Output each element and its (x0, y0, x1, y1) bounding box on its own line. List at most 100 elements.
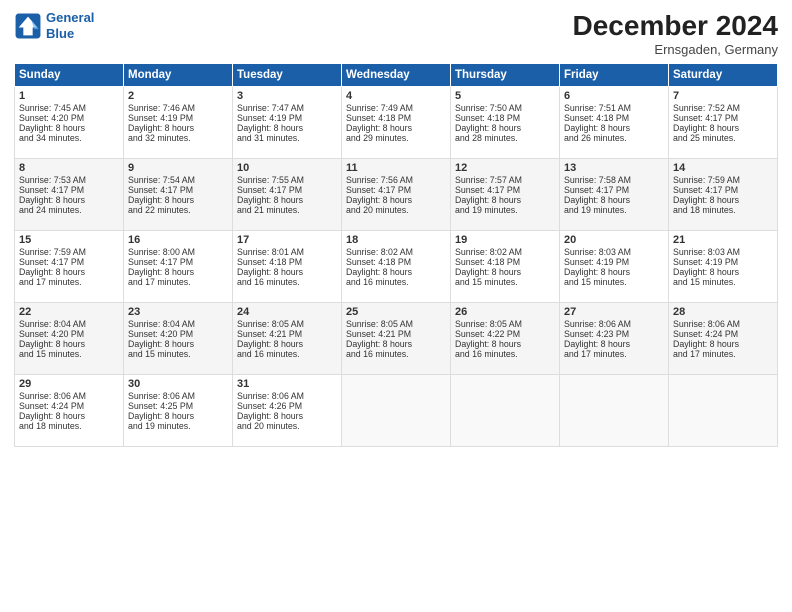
day-info: Daylight: 8 hours (128, 195, 228, 205)
calendar-cell: 23Sunrise: 8:04 AMSunset: 4:20 PMDayligh… (124, 303, 233, 375)
day-number: 21 (673, 234, 773, 246)
day-info: and 19 minutes. (564, 205, 664, 215)
col-header-thursday: Thursday (451, 64, 560, 87)
day-info: Sunrise: 7:59 AM (673, 175, 773, 185)
day-info: Sunset: 4:19 PM (673, 257, 773, 267)
day-info: and 19 minutes. (455, 205, 555, 215)
header: General Blue December 2024 Ernsgaden, Ge… (14, 10, 778, 57)
calendar-cell: 9Sunrise: 7:54 AMSunset: 4:17 PMDaylight… (124, 159, 233, 231)
week-row-1: 1Sunrise: 7:45 AMSunset: 4:20 PM Daylight… (15, 87, 778, 159)
day-number: 19 (455, 234, 555, 246)
location: Ernsgaden, Germany (573, 42, 778, 57)
day-info: and 26 minutes. (564, 133, 664, 143)
calendar-cell: 12Sunrise: 7:57 AMSunset: 4:17 PMDayligh… (451, 159, 560, 231)
day-info: and 15 minutes. (128, 349, 228, 359)
day-info: and 34 minutes. (19, 133, 119, 143)
day-info: Daylight: 8 hours (455, 339, 555, 349)
day-info: Sunrise: 8:05 AM (346, 319, 446, 329)
day-info: Sunset: 4:17 PM (128, 185, 228, 195)
week-row-2: 8Sunrise: 7:53 AMSunset: 4:17 PMDaylight… (15, 159, 778, 231)
day-info: Daylight: 8 hours (19, 195, 119, 205)
calendar-cell: 6Sunrise: 7:51 AMSunset: 4:18 PMDaylight… (560, 87, 669, 159)
day-number: 12 (455, 162, 555, 174)
day-number: 7 (673, 90, 773, 102)
day-info: Sunrise: 7:49 AM (346, 103, 446, 113)
day-number: 27 (564, 306, 664, 318)
day-info: Sunset: 4:18 PM (455, 257, 555, 267)
logo-icon (14, 12, 42, 40)
col-header-friday: Friday (560, 64, 669, 87)
day-number: 1 (19, 90, 119, 102)
day-info: and 17 minutes. (128, 277, 228, 287)
day-info: Daylight: 8 hours (237, 411, 337, 421)
day-info: Daylight: 8 hours (19, 411, 119, 421)
day-info: Sunrise: 8:06 AM (564, 319, 664, 329)
day-info: Daylight: 8 hours (237, 267, 337, 277)
day-info: Sunrise: 7:58 AM (564, 175, 664, 185)
day-info: Sunset: 4:17 PM (19, 185, 119, 195)
day-info: and 17 minutes. (19, 277, 119, 287)
day-info: and 16 minutes. (346, 349, 446, 359)
day-number: 20 (564, 234, 664, 246)
day-info: Daylight: 8 hours (128, 123, 228, 133)
day-number: 11 (346, 162, 446, 174)
day-info: and 15 minutes. (673, 277, 773, 287)
day-info: Daylight: 8 hours (673, 123, 773, 133)
day-number: 10 (237, 162, 337, 174)
day-info: Sunrise: 7:45 AM (19, 103, 119, 113)
day-number: 16 (128, 234, 228, 246)
calendar-cell: 2Sunrise: 7:46 AMSunset: 4:19 PMDaylight… (124, 87, 233, 159)
day-info: Sunrise: 8:03 AM (673, 247, 773, 257)
day-info: and 16 minutes. (237, 349, 337, 359)
day-info: Daylight: 8 hours (19, 267, 119, 277)
calendar-cell: 16Sunrise: 8:00 AMSunset: 4:17 PMDayligh… (124, 231, 233, 303)
day-number: 6 (564, 90, 664, 102)
day-info: Sunrise: 8:06 AM (673, 319, 773, 329)
day-info: Sunrise: 8:00 AM (128, 247, 228, 257)
day-info: and 19 minutes. (128, 421, 228, 431)
calendar-cell: 20Sunrise: 8:03 AMSunset: 4:19 PMDayligh… (560, 231, 669, 303)
calendar-cell: 27Sunrise: 8:06 AMSunset: 4:23 PMDayligh… (560, 303, 669, 375)
day-info: Sunset: 4:17 PM (19, 257, 119, 267)
day-info: Sunset: 4:18 PM (564, 113, 664, 123)
day-info: and 20 minutes. (237, 421, 337, 431)
calendar-cell: 22Sunrise: 8:04 AMSunset: 4:20 PMDayligh… (15, 303, 124, 375)
day-info: and 17 minutes. (564, 349, 664, 359)
day-number: 9 (128, 162, 228, 174)
day-info: Sunset: 4:17 PM (237, 185, 337, 195)
day-number: 3 (237, 90, 337, 102)
day-info: and 24 minutes. (19, 205, 119, 215)
week-row-5: 29Sunrise: 8:06 AMSunset: 4:24 PMDayligh… (15, 375, 778, 447)
day-info: Sunrise: 8:02 AM (455, 247, 555, 257)
day-info: Sunset: 4:25 PM (128, 401, 228, 411)
day-info: Sunrise: 8:06 AM (128, 391, 228, 401)
day-info: Sunset: 4:17 PM (564, 185, 664, 195)
day-info: Sunset: 4:21 PM (346, 329, 446, 339)
calendar-cell: 28Sunrise: 8:06 AMSunset: 4:24 PMDayligh… (669, 303, 778, 375)
day-info: Sunset: 4:18 PM (346, 257, 446, 267)
day-info: Sunrise: 7:52 AM (673, 103, 773, 113)
calendar-cell: 24Sunrise: 8:05 AMSunset: 4:21 PMDayligh… (233, 303, 342, 375)
day-number: 17 (237, 234, 337, 246)
day-info: Daylight: 8 hours (128, 267, 228, 277)
day-number: 5 (455, 90, 555, 102)
day-info: Daylight: 8 hours (673, 195, 773, 205)
day-info: and 22 minutes. (128, 205, 228, 215)
day-info: Sunset: 4:18 PM (346, 113, 446, 123)
day-info: Sunset: 4:20 PM (19, 113, 119, 123)
day-number: 22 (19, 306, 119, 318)
day-number: 24 (237, 306, 337, 318)
day-info: Sunset: 4:17 PM (673, 185, 773, 195)
calendar-cell: 21Sunrise: 8:03 AMSunset: 4:19 PMDayligh… (669, 231, 778, 303)
day-info: Sunrise: 7:53 AM (19, 175, 119, 185)
day-info: Sunset: 4:19 PM (237, 113, 337, 123)
day-info: and 32 minutes. (128, 133, 228, 143)
day-info: Sunrise: 7:55 AM (237, 175, 337, 185)
day-info: Sunset: 4:23 PM (564, 329, 664, 339)
day-info: Sunrise: 8:04 AM (19, 319, 119, 329)
calendar-cell: 25Sunrise: 8:05 AMSunset: 4:21 PMDayligh… (342, 303, 451, 375)
calendar-cell: 1Sunrise: 7:45 AMSunset: 4:20 PMDaylight… (15, 87, 124, 159)
day-number: 30 (128, 378, 228, 390)
day-info: and 15 minutes. (19, 349, 119, 359)
logo-text: General Blue (46, 10, 94, 41)
